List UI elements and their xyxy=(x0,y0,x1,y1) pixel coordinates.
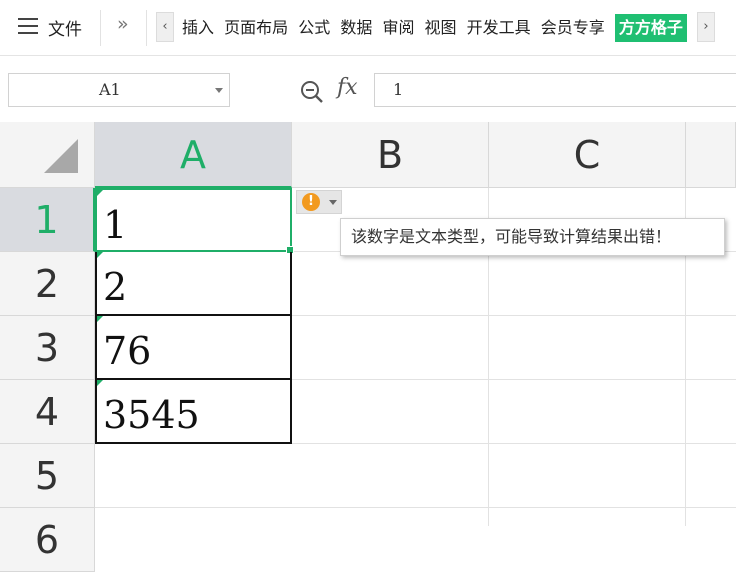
warning-tooltip: 该数字是文本类型，可能导致计算结果出错！ xyxy=(340,218,725,256)
file-menu[interactable]: 文件 xyxy=(48,15,82,40)
menu-bar: 文件 » ‹ 插入 页面布局 公式 数据 审阅 视图 开发工具 会员专享 方方格… xyxy=(0,0,736,56)
select-all-corner[interactable] xyxy=(0,122,95,188)
column-header-next[interactable] xyxy=(686,122,736,188)
dropdown-caret-icon[interactable] xyxy=(329,200,337,205)
tab-data[interactable]: 数据 xyxy=(340,14,372,42)
cell-a2-value: 2 xyxy=(103,265,128,309)
double-chevron-right-icon[interactable]: » xyxy=(117,13,129,35)
cell-a4[interactable]: 3545 xyxy=(95,380,292,444)
select-all-triangle-icon xyxy=(44,139,78,173)
formula-input[interactable]: 1 xyxy=(374,73,736,107)
tab-fangfang-gezi[interactable]: 方方格子 xyxy=(614,14,687,42)
tab-insert[interactable]: 插入 xyxy=(182,14,214,42)
gridline xyxy=(95,507,736,508)
error-check-button[interactable]: ! xyxy=(296,190,342,214)
zoom-search-icon[interactable] xyxy=(299,79,325,105)
name-box[interactable]: A1 xyxy=(8,73,230,107)
dropdown-caret-icon[interactable] xyxy=(215,88,223,93)
column-header-c[interactable]: C xyxy=(489,122,686,188)
warning-exclamation-icon: ! xyxy=(302,193,320,211)
tab-review[interactable]: 审阅 xyxy=(382,14,414,42)
cell-a3[interactable]: 76 xyxy=(95,316,292,380)
cell-a2[interactable]: 2 xyxy=(95,252,292,316)
row-header-1[interactable]: 1 xyxy=(0,188,95,252)
ribbon-tabs: 插入 页面布局 公式 数据 审阅 视图 开发工具 会员专享 方方格子 xyxy=(182,14,687,42)
tabs-scroll-right-button[interactable]: › xyxy=(697,12,715,42)
tabs-scroll-left-button[interactable]: ‹ xyxy=(156,12,174,42)
insert-function-icon[interactable]: fx xyxy=(337,75,358,100)
tab-page-layout[interactable]: 页面布局 xyxy=(224,14,288,42)
cell-a3-value: 76 xyxy=(103,329,152,373)
text-number-marker-icon xyxy=(97,380,103,386)
text-number-marker-icon xyxy=(97,252,103,258)
formula-value: 1 xyxy=(393,80,404,99)
hamburger-menu-icon[interactable] xyxy=(18,18,38,34)
tab-member[interactable]: 会员专享 xyxy=(541,14,605,42)
column-header-b[interactable]: B xyxy=(292,122,489,188)
row-header-2[interactable]: 2 xyxy=(0,252,95,316)
text-number-marker-icon xyxy=(97,316,103,322)
menu-divider xyxy=(100,10,101,46)
row-header-3[interactable]: 3 xyxy=(0,316,95,380)
cell-a1[interactable]: 1 xyxy=(95,188,294,254)
text-number-marker-icon xyxy=(97,190,103,196)
tab-view[interactable]: 视图 xyxy=(425,14,457,42)
cell-a1-value: 1 xyxy=(103,203,128,247)
tab-formulas[interactable]: 公式 xyxy=(298,14,330,42)
row-header-4[interactable]: 4 xyxy=(0,380,95,444)
tab-developer[interactable]: 开发工具 xyxy=(467,14,531,42)
column-header-a[interactable]: A xyxy=(95,122,292,188)
row-header-5[interactable]: 5 xyxy=(0,444,95,508)
name-box-value: A1 xyxy=(99,80,121,99)
row-header-6[interactable]: 6 xyxy=(0,508,95,572)
menu-divider xyxy=(146,10,147,46)
cell-a4-value: 3545 xyxy=(103,393,200,437)
